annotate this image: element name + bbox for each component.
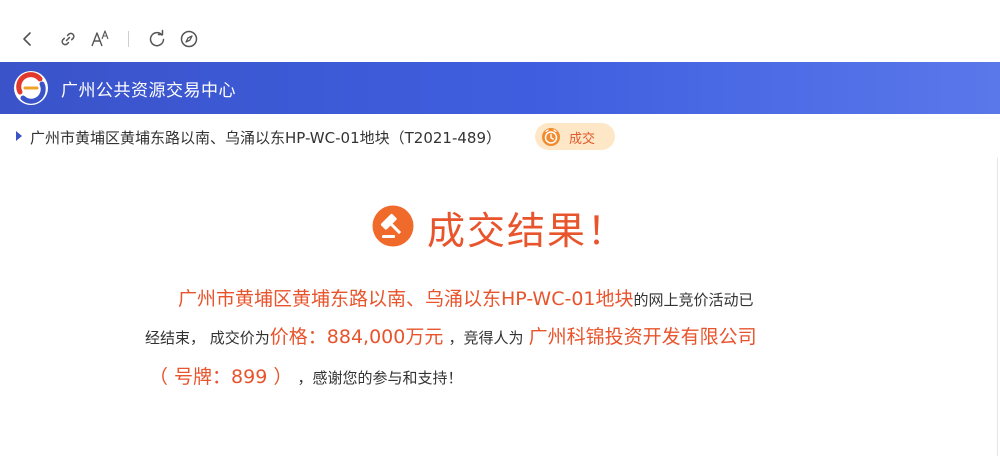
refresh-icon[interactable]	[146, 28, 168, 50]
link-icon[interactable]	[57, 28, 79, 50]
bidder-plate-number: （ 号牌：899 ）	[149, 366, 293, 388]
site-header: 广州公共资源交易中心	[0, 62, 1000, 114]
deal-price: 价格：884,000万元	[269, 326, 444, 348]
parcel-name-highlight: 广州市黄埔区黄埔东路以南、乌涌以东HP-WC-01地块	[178, 288, 634, 310]
gavel-icon	[372, 205, 414, 247]
result-line-3: （ 号牌：899 ） ，感谢您的参与和支持！	[149, 362, 462, 389]
toolbar-separator	[128, 31, 129, 47]
clock-icon	[541, 127, 561, 147]
caret-right-icon	[16, 131, 22, 141]
status-badge-label: 成交	[569, 132, 596, 147]
result-text: 经结束， 成交价为	[145, 329, 270, 347]
result-title: 成交结果！	[427, 209, 628, 253]
font-size-icon[interactable]	[89, 28, 111, 50]
compass-icon[interactable]	[178, 28, 200, 50]
browser-toolbar	[0, 0, 1000, 62]
result-text: ，感谢您的参与和支持！	[297, 369, 463, 387]
result-line-2: 经结束， 成交价为价格：884,000万元 ，竞得人为 广州科锦投资开发有限公司	[145, 322, 757, 349]
site-title: 广州公共资源交易中心	[61, 81, 236, 101]
back-icon[interactable]	[17, 28, 39, 50]
status-badge: 成交	[535, 123, 615, 150]
winner-name: 广州科锦投资开发有限公司	[528, 326, 757, 348]
site-logo-icon	[13, 70, 49, 106]
content-border	[997, 158, 998, 456]
breadcrumb: 广州市黄埔区黄埔东路以南、乌涌以东HP-WC-01地块（T2021-489） 成…	[0, 114, 1000, 158]
result-text: 的网上竞价活动已	[633, 291, 754, 309]
parcel-title: 广州市黄埔区黄埔东路以南、乌涌以东HP-WC-01地块（T2021-489）	[30, 129, 501, 147]
result-line-1: 广州市黄埔区黄埔东路以南、乌涌以东HP-WC-01地块的网上竞价活动已	[178, 284, 754, 311]
result-text: ，竞得人为	[448, 329, 524, 347]
